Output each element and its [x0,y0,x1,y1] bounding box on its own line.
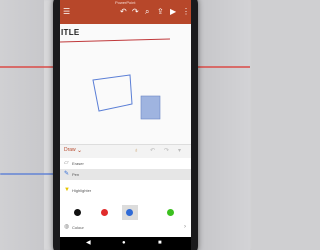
back-icon[interactable]: ◀ [86,240,91,246]
list-item-label: Highlighter [72,188,92,193]
pen-icon: ✎ [64,171,70,177]
chevron-right-icon: › [184,224,186,230]
undo-icon[interactable]: ↶ [120,8,127,16]
list-item-highlighter[interactable]: ▼ Highlighter [60,185,191,196]
system-navbar: ◀ ● ■ [60,237,191,250]
eraser-icon: ▱ [64,160,69,166]
background-blur-left [0,0,44,250]
color-swatch-green[interactable] [167,209,174,216]
list-item-label: Eraser [72,161,84,166]
list-item-eraser[interactable]: ▱ Eraser [60,158,191,169]
list-item-pen[interactable]: ✎ Pen [60,169,191,180]
color-icon: ◍ [64,224,70,230]
ink-panel: ▱ Eraser ✎ Pen ▼ Highlighter ◍ Colour › [60,158,191,235]
slide-canvas[interactable]: ITLE [60,24,191,144]
background-ink-stroke [0,173,60,175]
search-icon[interactable]: ⌕ [145,8,149,16]
draw-tab[interactable]: Draw [64,147,76,153]
color-swatch-red[interactable] [101,209,108,216]
color-swatch-black[interactable] [74,209,81,216]
redo-icon[interactable]: ↷ [132,8,139,16]
phone-device: PowerPoint ☰ ↶ ↷ ⌕ ⇪ ▶ ⋮ ITLE Draw ⌄ ♁ ↶… [53,0,198,250]
play-icon[interactable]: ▶ [170,8,176,16]
draw-toolbar: Draw ⌄ ♁ ↶ ↷ ▾ [60,144,191,158]
background-blur-right [194,0,250,250]
app-titlebar: PowerPoint ☰ ↶ ↷ ⌕ ⇪ ▶ ⋮ [60,0,191,24]
list-item-label: Colour [72,225,84,230]
highlighter-icon: ▼ [64,187,70,193]
lasso-icon[interactable]: ♁ [134,148,139,154]
list-item-color[interactable]: ◍ Colour › [60,222,191,233]
ink-shape [92,74,133,112]
color-swatch-blue[interactable] [126,209,133,216]
slide-drawing [92,74,161,120]
phone-screen: PowerPoint ☰ ↶ ↷ ⌕ ⇪ ▶ ⋮ ITLE Draw ⌄ ♁ ↶… [60,0,191,250]
undo-ink-icon[interactable]: ↶ [150,148,155,154]
expand-icon[interactable]: ▾ [178,148,181,154]
share-icon[interactable]: ⇪ [157,8,164,16]
recents-icon[interactable]: ■ [158,240,162,246]
menu-icon[interactable]: ☰ [63,8,70,16]
selected-shape [140,95,161,120]
more-icon[interactable]: ⋮ [182,8,190,16]
list-item-label: Pen [72,172,80,177]
redo-ink-icon[interactable]: ↷ [164,148,169,154]
chevron-down-icon[interactable]: ⌄ [77,148,82,154]
app-title: PowerPoint [115,0,136,5]
home-icon[interactable]: ● [122,240,126,246]
